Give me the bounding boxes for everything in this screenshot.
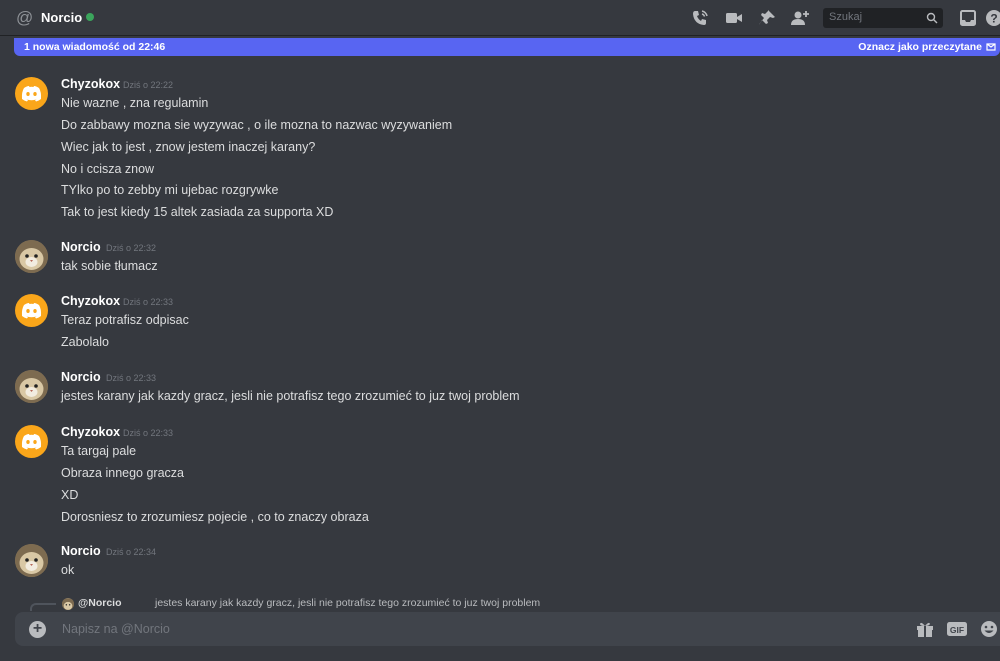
cat-avatar-icon bbox=[15, 240, 48, 273]
video-call-icon[interactable] bbox=[724, 8, 744, 28]
message-text: Tak to jest kiedy 15 altek zasiada za su… bbox=[61, 205, 334, 219]
new-messages-label: 1 nowa wiadomość od 22:46 bbox=[24, 41, 166, 53]
search-icon bbox=[926, 12, 938, 24]
discord-logo-icon bbox=[21, 86, 42, 102]
reply-avatar bbox=[62, 598, 74, 610]
discord-logo-icon bbox=[21, 434, 42, 450]
avatar[interactable] bbox=[15, 544, 48, 577]
reply-mention[interactable]: @Norcio bbox=[78, 597, 122, 609]
username[interactable]: Norcio bbox=[61, 240, 101, 255]
add-friend-icon[interactable] bbox=[790, 8, 810, 28]
cat-avatar-icon bbox=[15, 370, 48, 403]
cat-avatar-icon bbox=[62, 599, 74, 610]
username[interactable]: Chyzokox bbox=[61, 77, 120, 92]
message-text: Nie wazne , zna regulamin bbox=[61, 96, 209, 110]
message-input-placeholder: Napisz na @Norcio bbox=[62, 622, 170, 636]
message-text: tak sobie tłumacz bbox=[61, 259, 158, 273]
username[interactable]: Chyzokox bbox=[61, 425, 120, 440]
mark-as-read-button[interactable]: Oznacz jako przeczytane bbox=[858, 41, 982, 53]
message-text: jestes karany jak kazdy gracz, jesli nie… bbox=[61, 389, 520, 403]
pinned-messages-icon[interactable] bbox=[757, 8, 777, 28]
message-timestamp: Dziś o 22:34 bbox=[106, 547, 157, 557]
avatar[interactable] bbox=[15, 294, 48, 327]
message-timestamp: Dziś o 22:32 bbox=[106, 243, 157, 253]
discord-logo-icon bbox=[21, 303, 42, 319]
svg-text:GIF: GIF bbox=[950, 625, 964, 635]
message-text: Zabolalo bbox=[61, 335, 109, 349]
message-timestamp: Dziś o 22:33 bbox=[123, 297, 174, 307]
message-text: Obraza innego gracza bbox=[61, 466, 184, 480]
reply-text: jestes karany jak kazdy gracz, jesli nie… bbox=[155, 597, 541, 609]
message-text: ok bbox=[61, 563, 75, 577]
username[interactable]: Chyzokox bbox=[61, 294, 120, 309]
upload-button[interactable]: + bbox=[29, 620, 46, 638]
message-text: Ta targaj pale bbox=[61, 444, 137, 458]
avatar[interactable] bbox=[15, 77, 48, 110]
search-input[interactable]: Szukaj bbox=[823, 8, 943, 28]
message-text: Teraz potrafisz odpisac bbox=[61, 313, 189, 327]
message-timestamp: Dziś o 22:33 bbox=[106, 373, 157, 383]
username[interactable]: Norcio bbox=[61, 370, 101, 385]
message-text: XD bbox=[61, 488, 79, 502]
search-placeholder: Szukaj bbox=[829, 11, 863, 23]
voice-call-icon[interactable] bbox=[690, 8, 710, 28]
cat-avatar-icon bbox=[15, 544, 48, 577]
help-icon[interactable]: ? bbox=[984, 8, 1000, 28]
svg-text:?: ? bbox=[990, 12, 997, 26]
message-composer[interactable]: + Napisz na @Norcio GIF bbox=[15, 612, 1000, 646]
avatar[interactable] bbox=[15, 425, 48, 458]
gift-icon[interactable] bbox=[915, 620, 935, 638]
username[interactable]: Norcio bbox=[61, 544, 101, 559]
message-text: TYlko po to zebby mi ujebac rozgrywke bbox=[61, 183, 279, 197]
emoji-icon[interactable] bbox=[979, 620, 999, 638]
reply-connector bbox=[30, 603, 56, 611]
plus-icon: + bbox=[32, 620, 43, 637]
avatar[interactable] bbox=[15, 240, 48, 273]
channel-header: @ Norcio Szukaj ? bbox=[0, 0, 1000, 36]
message-timestamp: Dziś o 22:33 bbox=[123, 428, 174, 438]
reply-preview[interactable]: @Norcio jestes karany jak kazdy gracz, j… bbox=[30, 597, 990, 611]
message-text: Wiec jak to jest , znow jestem inaczej k… bbox=[61, 140, 316, 154]
mark-read-icon bbox=[986, 43, 996, 51]
gif-icon[interactable]: GIF bbox=[946, 620, 968, 638]
at-icon: @ bbox=[16, 8, 34, 27]
message-timestamp: Dziś o 22:22 bbox=[123, 80, 174, 90]
new-messages-bar[interactable]: 1 nowa wiadomość od 22:46 Oznacz jako pr… bbox=[14, 38, 1000, 56]
message-text: Dorosniesz to zrozumiesz pojecie , co to… bbox=[61, 510, 369, 524]
avatar[interactable] bbox=[15, 370, 48, 403]
channel-name[interactable]: Norcio bbox=[41, 9, 82, 27]
online-status-dot bbox=[86, 13, 94, 21]
message-text: No i ccisza znow bbox=[61, 162, 155, 176]
inbox-icon[interactable] bbox=[958, 8, 978, 28]
message-text: Do zabbawy mozna sie wyzywac , o ile moz… bbox=[61, 118, 453, 132]
